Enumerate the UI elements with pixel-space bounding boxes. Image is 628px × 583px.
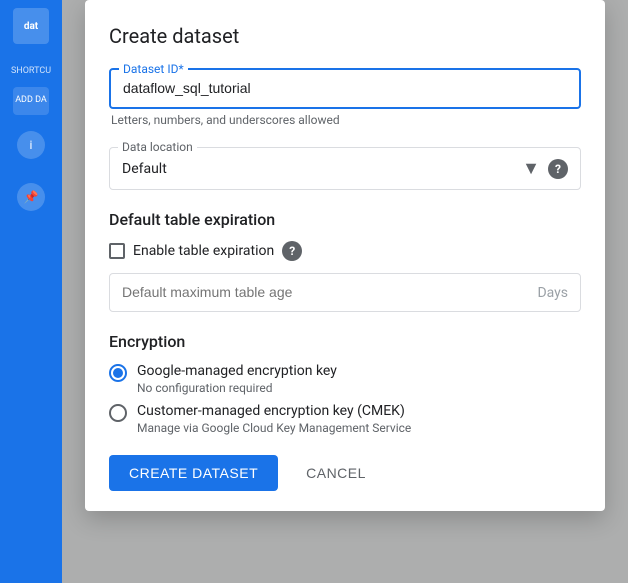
- google-managed-radio-row: Google-managed encryption key No configu…: [109, 363, 581, 395]
- cancel-button[interactable]: CANCEL: [290, 455, 382, 491]
- data-location-value: Default: [122, 161, 167, 177]
- google-managed-text: Google-managed encryption key No configu…: [137, 363, 337, 395]
- dataset-id-input[interactable]: [123, 80, 567, 96]
- create-dataset-button[interactable]: CREATE DATASET: [109, 455, 278, 491]
- table-age-unit: Days: [537, 285, 568, 301]
- sidebar-pin-area: 📌: [17, 179, 45, 215]
- dataset-id-hint: Letters, numbers, and underscores allowe…: [109, 113, 581, 127]
- table-expiration-heading: Default table expiration: [109, 210, 581, 229]
- dialog-footer: CREATE DATASET CANCEL: [109, 455, 581, 491]
- dataset-id-label-text: Dataset ID: [123, 62, 178, 76]
- table-expiration-section: Default table expiration Enable table ex…: [109, 210, 581, 312]
- dataset-id-field-group: Dataset ID* Letters, numbers, and unders…: [109, 68, 581, 127]
- select-icons: ▼ ?: [522, 158, 568, 179]
- create-dataset-dialog: Create dataset Dataset ID* Letters, numb…: [85, 0, 605, 511]
- data-location-label: Data location: [118, 140, 197, 154]
- dataset-id-required: *: [178, 62, 183, 76]
- data-location-help-icon[interactable]: ?: [548, 159, 568, 179]
- table-age-input[interactable]: [122, 284, 528, 300]
- sidebar-shortcut-label: SHORTCU: [7, 64, 55, 79]
- cmek-radio[interactable]: [109, 404, 127, 422]
- encryption-radio-group: Google-managed encryption key No configu…: [109, 363, 581, 435]
- sidebar-add-button[interactable]: ADD DA: [13, 87, 49, 115]
- sidebar-info-circle[interactable]: i: [17, 127, 45, 163]
- sidebar-pin-icon: 📌: [17, 183, 45, 211]
- data-location-row: Default ▼ ?: [122, 158, 568, 179]
- sidebar: dat SHORTCU ADD DA i 📌: [0, 0, 62, 583]
- google-managed-radio[interactable]: [109, 364, 127, 382]
- dataset-id-input-container: Dataset ID*: [109, 68, 581, 109]
- sidebar-shortcut-section: SHORTCU: [0, 60, 62, 83]
- google-managed-sub: No configuration required: [137, 381, 337, 395]
- modal-overlay: Create dataset Dataset ID* Letters, numb…: [62, 0, 628, 583]
- sidebar-logo-text: dat: [24, 21, 38, 32]
- encryption-section: Encryption Google-managed encryption key…: [109, 332, 581, 435]
- enable-expiration-row: Enable table expiration ?: [109, 241, 581, 261]
- cmek-text: Customer-managed encryption key (CMEK) M…: [137, 403, 411, 435]
- enable-expiration-label: Enable table expiration: [133, 243, 274, 259]
- cmek-radio-row: Customer-managed encryption key (CMEK) M…: [109, 403, 581, 435]
- google-managed-label: Google-managed encryption key: [137, 363, 337, 379]
- dialog-title: Create dataset: [109, 24, 581, 48]
- sidebar-add-label: ADD DA: [15, 95, 47, 106]
- main-area: Create dataset Dataset ID* Letters, numb…: [62, 0, 628, 583]
- data-location-field-group: Data location Default ▼ ?: [109, 147, 581, 190]
- sidebar-info-icon: i: [17, 131, 45, 159]
- expiration-help-icon[interactable]: ?: [282, 241, 302, 261]
- table-age-input-container: Days: [109, 273, 581, 312]
- enable-expiration-checkbox[interactable]: [109, 243, 125, 259]
- encryption-heading: Encryption: [109, 332, 581, 351]
- cmek-label: Customer-managed encryption key (CMEK): [137, 403, 411, 419]
- sidebar-logo: dat: [13, 8, 49, 44]
- dropdown-arrow-icon: ▼: [522, 158, 540, 179]
- dataset-id-label: Dataset ID*: [119, 62, 188, 76]
- cmek-sub: Manage via Google Cloud Key Management S…: [137, 421, 411, 435]
- data-location-select[interactable]: Data location Default ▼ ?: [109, 147, 581, 190]
- app-backdrop: dat SHORTCU ADD DA i 📌 Create dataset: [0, 0, 628, 583]
